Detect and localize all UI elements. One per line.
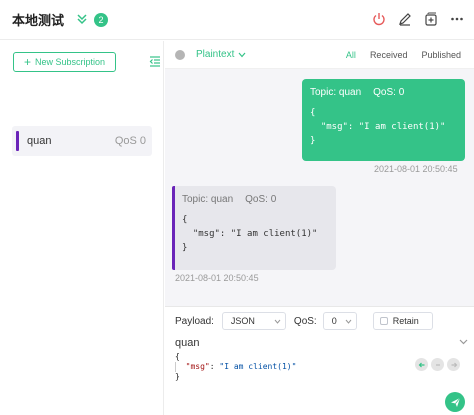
message-time: 2021-08-01 20:50:45 (374, 164, 458, 174)
payload-label: Payload: (175, 315, 214, 327)
message-panel: Plaintext All Received Published Topic: … (165, 41, 474, 415)
plus-icon: + (23, 55, 31, 69)
received-message: Topic: quan QoS: 0 { "msg": "I am client… (172, 186, 336, 270)
message-filters: All Received Published (339, 41, 468, 69)
chevron-down-icon (238, 52, 246, 57)
retain-label: Retain (392, 316, 419, 326)
checkbox-icon (379, 317, 388, 325)
new-subscription-button[interactable]: + New Subscription (13, 52, 116, 72)
published-message: Topic: quan QoS: 0 { "msg": "I am client… (302, 79, 465, 161)
expand-chevron-icon[interactable] (76, 13, 88, 27)
filter-published[interactable]: Published (414, 41, 468, 69)
message-payload: { "msg": "I am client(1)"} (182, 215, 318, 253)
publish-area: Payload: JSON QoS: 0 Retain { "msg": "I … (165, 306, 474, 415)
message-meta: Topic: quan QoS: 0 (310, 87, 457, 98)
qos-value: 0 (331, 316, 337, 326)
connection-count-badge: 2 (94, 12, 109, 27)
received-color-bar (172, 186, 175, 270)
arrow-left-icon[interactable] (415, 358, 428, 371)
message-topic: Topic: quan (310, 87, 362, 98)
message-qos: QoS: 0 (373, 87, 405, 98)
history-nav (415, 358, 460, 371)
subscription-color-bar (16, 131, 19, 151)
subscription-item[interactable]: quan QoS 0 (12, 126, 152, 156)
chevron-down-icon (345, 319, 352, 324)
collapse-sidebar-icon[interactable] (149, 55, 161, 70)
subscription-qos: QoS 0 (114, 135, 146, 147)
format-select[interactable]: Plaintext (196, 49, 246, 60)
expand-editor-icon[interactable] (459, 337, 468, 347)
message-topic: Topic: quan (182, 194, 234, 205)
subscription-topic: quan (27, 135, 52, 147)
payload-format-value: JSON (230, 316, 255, 326)
minus-icon[interactable] (431, 358, 444, 371)
connection-title: 本地测试 (12, 13, 65, 28)
subscriptions-sidebar: + New Subscription quan QoS 0 (0, 41, 164, 415)
status-dot-icon (175, 49, 185, 60)
message-time: 2021-08-01 20:50:45 (175, 273, 259, 283)
send-icon (450, 397, 460, 407)
message-payload: { "msg": "I am client(1)"} (310, 108, 446, 146)
connection-header: 本地测试 2 (0, 0, 474, 40)
new-window-icon[interactable] (422, 10, 440, 28)
payload-format-select[interactable]: JSON (221, 312, 286, 330)
publish-options: Payload: JSON QoS: 0 Retain (165, 312, 474, 330)
power-icon[interactable] (370, 10, 388, 28)
message-qos: QoS: 0 (245, 194, 277, 205)
edit-icon[interactable] (396, 10, 414, 28)
retain-checkbox[interactable]: Retain (372, 312, 433, 330)
filter-received[interactable]: Received (363, 41, 415, 69)
format-label: Plaintext (196, 49, 235, 60)
new-subscription-label: New Subscription (34, 57, 106, 67)
message-meta: Topic: quan QoS: 0 (182, 194, 328, 205)
message-toolbar: Plaintext All Received Published (165, 41, 474, 69)
more-icon[interactable] (448, 10, 466, 28)
arrow-right-icon[interactable] (447, 358, 460, 371)
header-actions (370, 10, 466, 28)
filter-all[interactable]: All (339, 41, 363, 69)
qos-label: QoS: (293, 315, 317, 327)
send-button[interactable] (445, 392, 465, 412)
chevron-down-icon (274, 319, 281, 324)
qos-select[interactable]: 0 (322, 312, 357, 330)
topic-input[interactable] (175, 335, 445, 351)
payload-editor[interactable]: { "msg": "I am client(1)"} (175, 352, 405, 382)
